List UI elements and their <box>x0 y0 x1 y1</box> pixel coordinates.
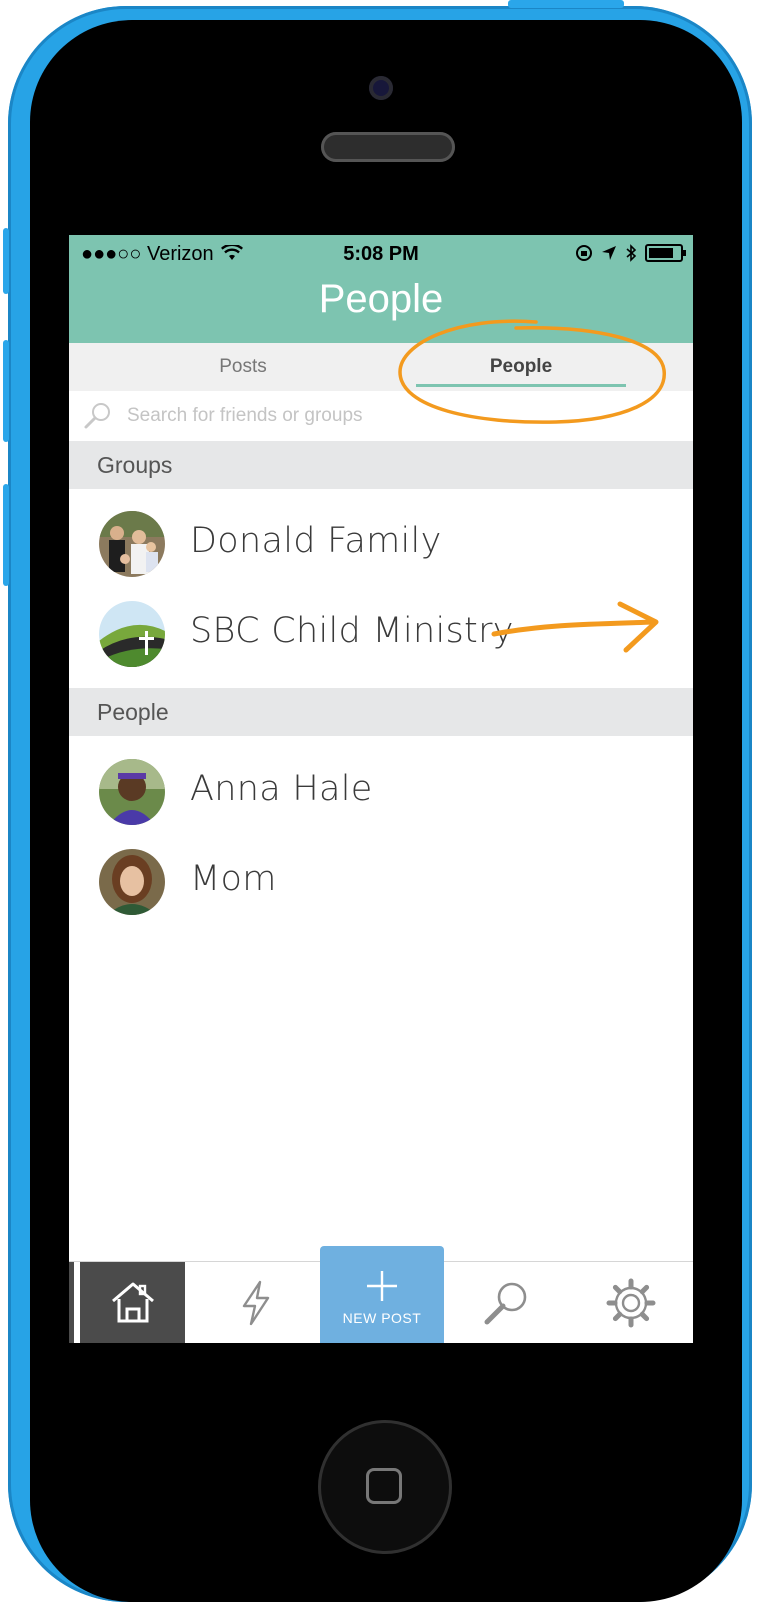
search-icon <box>84 403 110 429</box>
group-row-sbc-child-ministry[interactable]: SBC Child Ministry <box>69 589 693 679</box>
home-icon <box>111 1282 154 1323</box>
person-name: Mom <box>190 859 277 899</box>
rotation-lock-icon <box>576 245 592 261</box>
section-header-people: People <box>69 688 693 736</box>
group-avatar-church-logo <box>99 601 165 667</box>
person-row-anna-hale[interactable]: Anna Hale <box>69 747 693 837</box>
lightning-icon <box>242 1280 270 1326</box>
volume-up-button <box>3 340 9 442</box>
group-avatar-family <box>99 511 165 577</box>
plus-icon <box>367 1271 397 1301</box>
gear-icon <box>606 1278 656 1328</box>
page-title: People <box>318 277 444 321</box>
volume-down-button <box>3 484 9 586</box>
location-arrow-icon <box>602 246 616 260</box>
status-indicators <box>575 244 686 262</box>
tab-activity[interactable] <box>197 1262 315 1343</box>
tab-home[interactable] <box>80 1262 185 1343</box>
tab-posts[interactable]: Posts <box>87 343 399 391</box>
app-screen: ●●●○○ Verizon 5:08 PM People Posts Peopl… <box>69 235 693 1343</box>
front-camera <box>369 76 393 100</box>
earpiece-speaker <box>321 132 455 162</box>
section-header-groups: Groups <box>69 441 693 489</box>
active-tab-indicator <box>416 384 626 387</box>
person-avatar-child <box>99 759 165 825</box>
battery-icon <box>645 244 686 262</box>
magnifier-icon <box>484 1282 527 1325</box>
power-button <box>508 0 624 8</box>
person-row-mom[interactable]: Mom <box>69 837 693 927</box>
tabbar-edge <box>69 1262 74 1343</box>
status-bar: ●●●○○ Verizon 5:08 PM <box>69 235 693 275</box>
person-name: Anna Hale <box>190 769 373 809</box>
tab-settings[interactable] <box>569 1262 693 1343</box>
mute-switch <box>3 228 9 294</box>
bluetooth-icon <box>626 244 637 262</box>
home-button-square <box>366 1468 402 1504</box>
hardware-home-button[interactable] <box>318 1420 452 1554</box>
new-post-button[interactable]: NEW POST <box>320 1246 444 1343</box>
group-row-donald-family[interactable]: Donald Family <box>69 499 693 589</box>
group-name: SBC Child Ministry <box>190 611 514 651</box>
search-input[interactable] <box>125 399 649 433</box>
search-bar <box>69 391 693 442</box>
app-header: ●●●○○ Verizon 5:08 PM People <box>69 235 693 343</box>
group-name: Donald Family <box>190 521 442 561</box>
new-post-label: NEW POST <box>342 1310 422 1326</box>
tab-search[interactable] <box>445 1262 569 1343</box>
person-avatar-woman <box>99 849 165 915</box>
